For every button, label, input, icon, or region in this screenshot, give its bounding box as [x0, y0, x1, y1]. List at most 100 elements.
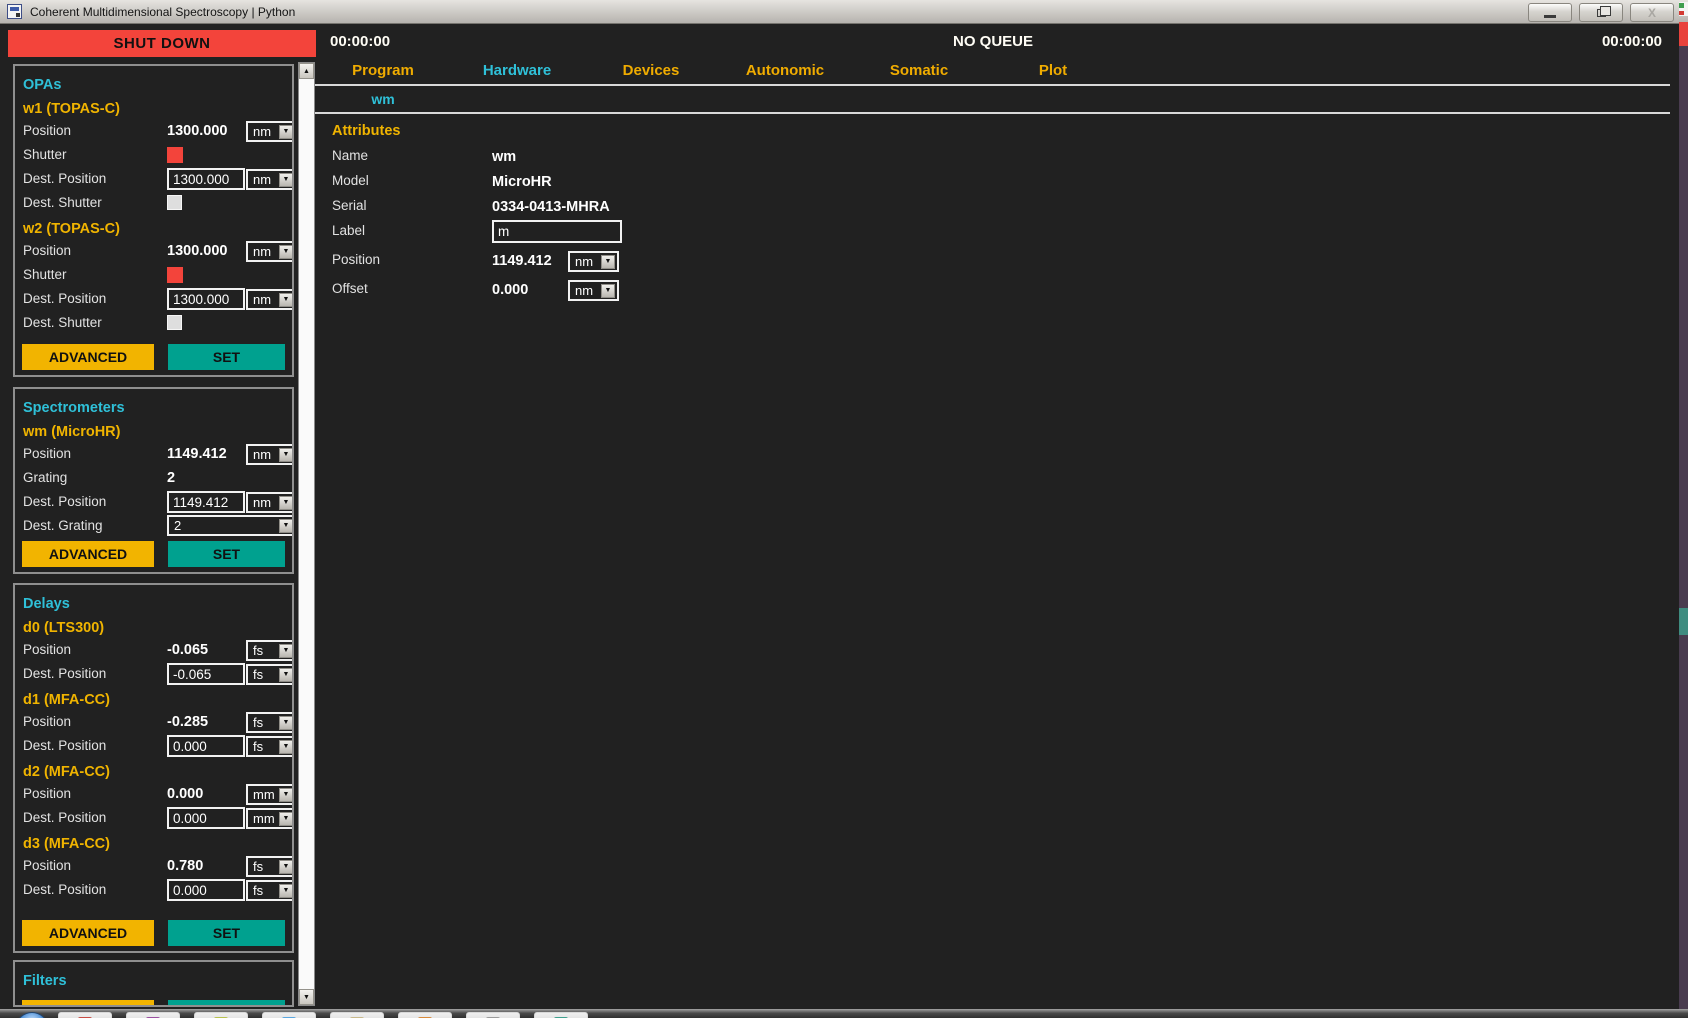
row-label: Position — [23, 858, 71, 873]
maximize-icon — [1597, 9, 1606, 17]
row-position: Position-0.065fs▼ — [23, 639, 292, 663]
minimize-icon — [1544, 15, 1556, 18]
minimize-button[interactable] — [1528, 3, 1572, 22]
unit-select[interactable]: nm▼ — [246, 241, 294, 262]
taskbar-button[interactable] — [466, 1012, 520, 1018]
advanced-button[interactable]: ADVANCED — [22, 541, 154, 567]
attr-label: Serial — [332, 198, 367, 213]
row-label: Position — [23, 123, 71, 138]
row-label: Shutter — [23, 147, 67, 162]
scroll-down-button[interactable]: ▼ — [299, 989, 314, 1005]
taskbar-button[interactable] — [330, 1012, 384, 1018]
dest-position-input[interactable] — [167, 491, 245, 513]
tab-plot[interactable]: Plot — [986, 62, 1120, 79]
unit-select[interactable]: fs▼ — [246, 856, 294, 877]
unit-label: nm — [253, 292, 271, 307]
unit-select[interactable]: fs▼ — [246, 664, 294, 685]
dest-position-input[interactable] — [167, 663, 245, 685]
unit-label: nm — [253, 172, 271, 187]
dest-position-input[interactable] — [167, 168, 245, 190]
unit-select[interactable]: nm▼ — [246, 169, 294, 190]
row-dest-position: Dest. Positionfs▼ — [23, 735, 292, 759]
tab-devices[interactable]: Devices — [584, 62, 718, 79]
taskbar-button[interactable] — [262, 1012, 316, 1018]
sidebar-scrollbar[interactable]: ▲ ▼ — [298, 62, 315, 1006]
set-button[interactable]: SET — [168, 920, 285, 946]
row-label: Position — [23, 714, 71, 729]
attr-label: Name — [332, 148, 368, 163]
unit-select[interactable]: fs▼ — [246, 880, 294, 901]
row-value: 1300.000 — [167, 123, 227, 139]
dest-shutter-checkbox[interactable] — [167, 315, 182, 330]
dest-position-input[interactable] — [167, 735, 245, 757]
tab-somatic[interactable]: Somatic — [852, 62, 986, 79]
unit-select[interactable]: nm ▼ — [246, 492, 294, 513]
subtab-separator-line — [310, 112, 1670, 114]
attr-row-offset: Offset0.000nm▼ — [332, 278, 752, 307]
close-button[interactable]: X — [1630, 3, 1674, 22]
advanced-button[interactable]: ADVANCED — [22, 920, 154, 946]
row-label: Dest. Position — [23, 882, 106, 897]
unit-select[interactable]: mm▼ — [246, 784, 294, 805]
taskbar-button[interactable] — [194, 1012, 248, 1018]
attr-label: Model — [332, 173, 369, 188]
chevron-down-icon: ▼ — [279, 716, 293, 730]
unit-select[interactable]: nm ▼ — [246, 289, 294, 310]
dest-position-input[interactable] — [167, 807, 245, 829]
subtab-wm[interactable]: wm — [316, 91, 450, 107]
row-dest-position: Dest. Positionmm▼ — [23, 807, 292, 831]
tab-program[interactable]: Program — [316, 62, 450, 79]
unit-select[interactable]: nm▼ — [246, 121, 294, 142]
taskbar-button[interactable] — [58, 1012, 112, 1018]
dest-position-input[interactable] — [167, 288, 245, 310]
unit-label: fs — [253, 859, 263, 874]
dest-position-input[interactable] — [167, 879, 245, 901]
unit-select[interactable]: mm▼ — [246, 808, 294, 829]
row-value: 1149.412 — [167, 446, 227, 462]
set-button[interactable]: SET — [168, 541, 285, 567]
tab-autonomic[interactable]: Autonomic — [718, 62, 852, 79]
remaining-timer: 00:00:00 — [1602, 33, 1662, 50]
attributes-title: Attributes — [332, 118, 752, 145]
dest-shutter-checkbox[interactable] — [167, 195, 182, 210]
scroll-up-button[interactable]: ▲ — [299, 63, 314, 79]
window-titlebar: Coherent Multidimensional Spectroscopy |… — [0, 0, 1688, 24]
unit-select[interactable]: 2▼ — [167, 515, 294, 536]
set-button[interactable]: SET — [168, 344, 285, 370]
shutter-indicator — [167, 267, 183, 283]
unit-select[interactable]: fs▼ — [246, 736, 294, 757]
label-input[interactable] — [492, 220, 622, 243]
attr-row-position: Position1149.412nm▼ — [332, 249, 752, 278]
tab-hardware[interactable]: Hardware — [450, 62, 584, 79]
unit-label: nm — [575, 283, 593, 298]
set-button[interactable]: SET — [168, 1000, 285, 1007]
row-dest-position: Dest. Positionnm▼ — [23, 491, 292, 515]
row-label: Grating — [23, 470, 67, 485]
chevron-down-icon: ▼ — [279, 519, 293, 533]
maximize-button[interactable] — [1579, 3, 1623, 22]
start-button[interactable] — [16, 1012, 48, 1018]
shut-down-button[interactable]: SHUT DOWN — [8, 30, 316, 57]
panel-buttons: ADVANCED SET — [22, 541, 285, 567]
chevron-down-icon: ▼ — [279, 812, 293, 826]
attr-label: Position — [332, 252, 380, 267]
advanced-button[interactable]: ADVANCED — [22, 344, 154, 370]
row-label: Dest. Position — [23, 291, 106, 306]
row-dest-position: Dest. Position nm ▼ — [23, 288, 292, 312]
taskbar-button[interactable] — [398, 1012, 452, 1018]
taskbar-button[interactable] — [126, 1012, 180, 1018]
taskbar-button[interactable] — [534, 1012, 588, 1018]
row-label: Dest. Shutter — [23, 195, 102, 210]
chevron-down-icon: ▼ — [279, 496, 293, 510]
unit-select[interactable]: fs▼ — [246, 712, 294, 733]
unit-label: nm — [253, 495, 271, 510]
unit-select[interactable]: fs▼ — [246, 640, 294, 661]
unit-select[interactable]: nm▼ — [568, 251, 619, 272]
row-label: Dest. Shutter — [23, 315, 102, 330]
chevron-down-icon: ▼ — [279, 788, 293, 802]
row-position: Position1149.412nm▼ — [23, 443, 292, 467]
unit-select[interactable]: nm▼ — [568, 280, 619, 301]
unit-select[interactable]: nm▼ — [246, 444, 294, 465]
advanced-button[interactable]: ADVANCED — [22, 1000, 154, 1007]
chevron-down-icon: ▼ — [279, 293, 293, 307]
